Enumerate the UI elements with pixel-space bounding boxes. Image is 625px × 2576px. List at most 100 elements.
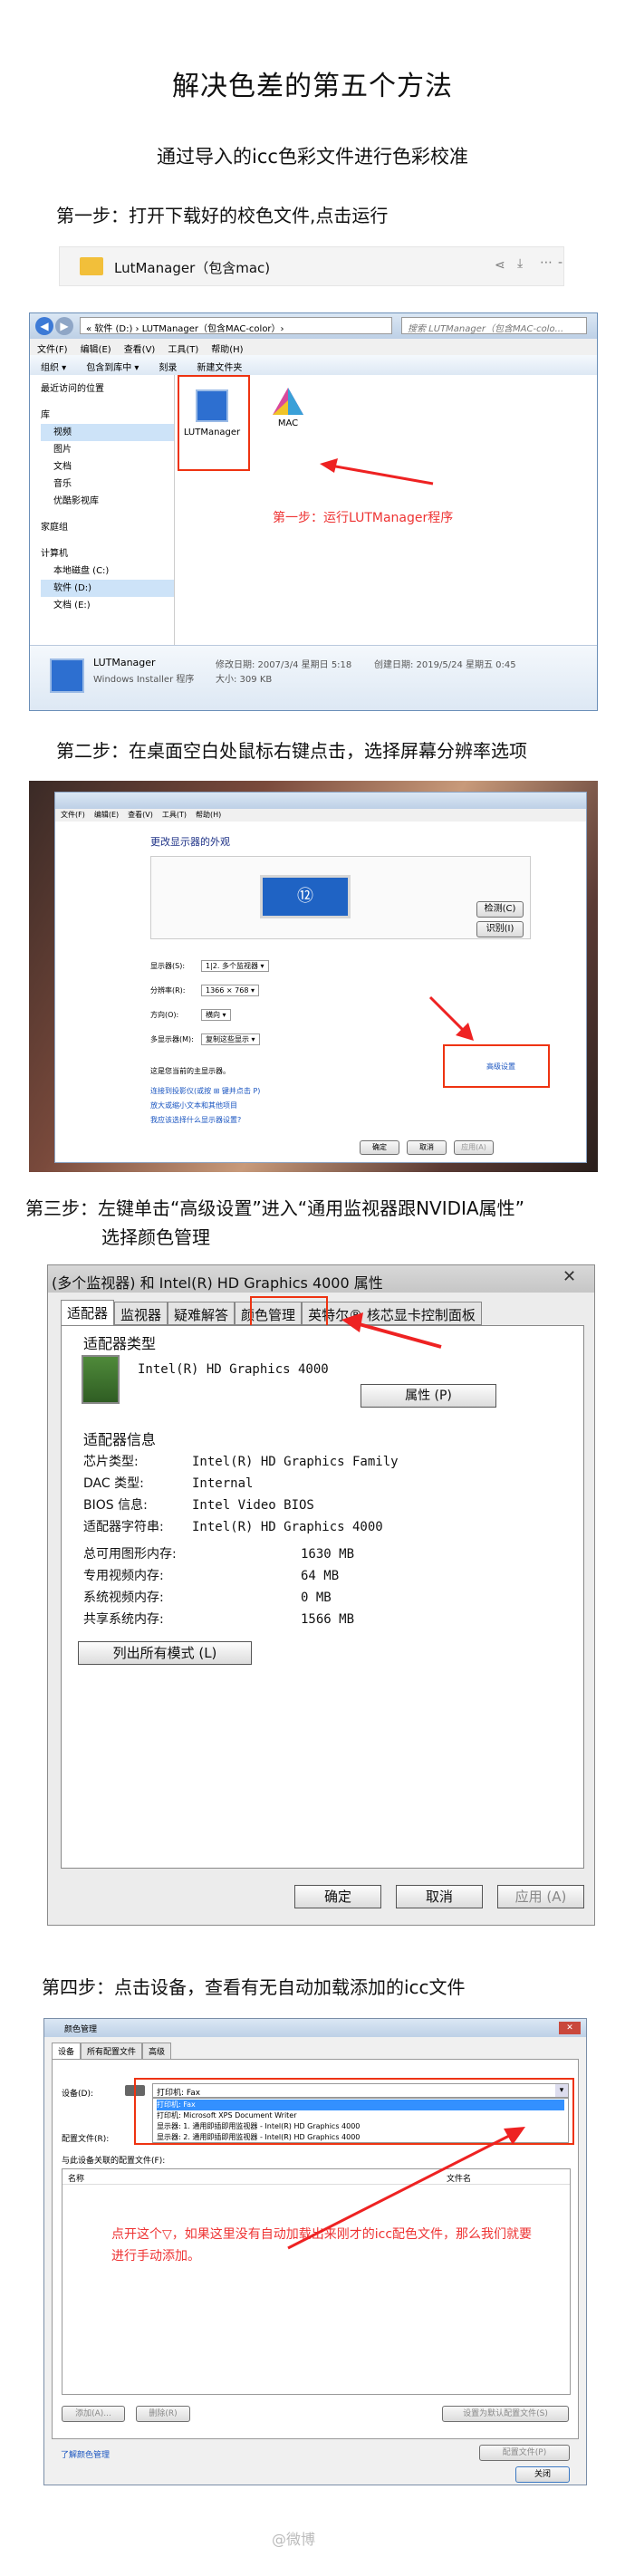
menu-help[interactable]: 帮助(H) [196, 810, 221, 821]
share-icon[interactable]: ⋖ [495, 258, 505, 273]
download-icon[interactable]: ⤓ [517, 256, 523, 271]
learn-color-link[interactable]: 了解颜色管理 [61, 2448, 110, 2460]
nav-item[interactable]: 文档 (E:) [41, 597, 174, 614]
watermark: @微博 [272, 2531, 316, 2548]
menu-edit[interactable]: 编辑(E) [81, 341, 111, 355]
nav-item[interactable]: 库 [41, 407, 174, 424]
menu-file[interactable]: 文件(F) [37, 341, 68, 355]
nav-item[interactable]: 音乐 [41, 476, 174, 493]
close-icon[interactable]: - [558, 255, 562, 270]
nav-item[interactable]: 最近访问的位置 [41, 380, 174, 398]
color-management-window: 颜色管理 ✕ 设备 所有配置文件 高级 设备(D): 打印机: Fax ▾ 打印… [43, 2018, 587, 2485]
column-name[interactable]: 名称 [68, 2172, 84, 2184]
more-icon[interactable]: ⋯ [540, 255, 553, 270]
nav-item[interactable]: 家庭组 [41, 519, 174, 536]
resolution-select[interactable]: 1366 × 768 ▾ [201, 985, 259, 996]
menu-file[interactable]: 文件(F) [61, 810, 85, 821]
organize-button[interactable]: 组织 ▾ [41, 360, 66, 373]
monitor-select[interactable]: 1|2. 多个监视器 ▾ [201, 960, 269, 972]
menu-edit[interactable]: 编辑(E) [94, 810, 119, 821]
tab-monitor[interactable]: 监视器 [114, 1302, 168, 1325]
menu-help[interactable]: 帮助(H) [211, 341, 243, 355]
assoc-label: 与此设备关联的配置文件(F): [62, 2157, 166, 2166]
step1-text: 第一步：打开下载好的校色文件,点击运行 [56, 205, 389, 226]
tab-content: 设备(D): 打印机: Fax ▾ 打印机: Fax 打印机: Microsof… [52, 2059, 579, 2439]
text-size-link[interactable]: 放大或缩小文本和其他项目 [150, 1099, 260, 1113]
info-heading: 适配器信息 [83, 1431, 157, 1448]
info-value: Internal [192, 1476, 254, 1491]
search-input[interactable]: 搜索 LUTManager（包含MAC-colo... [401, 317, 587, 334]
apply-button[interactable]: 应用 (A) [497, 1885, 584, 1908]
step3-text: 第三步：左键单击“高级设置”进入“通用监视器跟NVIDIA属性” [25, 1197, 524, 1219]
menu-view[interactable]: 查看(V) [124, 341, 156, 355]
settings-rows: 显示器(S): 1|2. 多个监视器 ▾ 分辨率(R): 1366 × 768 ▾ … [150, 954, 269, 1052]
identify-button[interactable]: 识别(I) [476, 921, 524, 937]
device-label: 设备(D): [62, 2090, 93, 2099]
detail-size: 大小: 309 KB [216, 675, 273, 685]
file-label: MAC [277, 418, 299, 428]
help-link[interactable]: 我应该选择什么显示器设置? [150, 1113, 260, 1128]
add-button[interactable]: 添加(A)... [62, 2406, 125, 2422]
multi-display-select[interactable]: 复制这些显示 ▾ [201, 1033, 260, 1045]
menu-tools[interactable]: 工具(T) [168, 341, 198, 355]
remove-button[interactable]: 删除(R) [136, 2406, 190, 2422]
page-subtitle: 通过导入的icc色彩文件进行色彩校准 [157, 146, 468, 168]
detail-name: LUTManager [93, 657, 156, 668]
cancel-button[interactable]: 取消 [396, 1885, 483, 1908]
tab-adapter[interactable]: 适配器 [61, 1300, 115, 1325]
close-icon[interactable]: ✕ [559, 2022, 581, 2034]
mac-file[interactable]: MAC [265, 388, 311, 442]
menu-bar: 文件(F) 编辑(E) 查看(V) 工具(T) 帮助(H) [30, 339, 597, 355]
address-bar[interactable]: « 软件 (D:) › LUTManager（包含MAC-color）› [80, 317, 392, 334]
display-note: 这是您当前的主显示器。 [150, 1067, 230, 1075]
monitor-icon[interactable]: ⑫ [260, 875, 351, 918]
tab-devices[interactable]: 设备 [52, 2043, 82, 2060]
menu-view[interactable]: 查看(V) [128, 810, 153, 821]
close-button[interactable]: 关闭 [515, 2466, 570, 2483]
arrow-icon [287, 2127, 525, 2250]
detect-button[interactable]: 检测(C) [476, 901, 524, 918]
mac-icon [273, 388, 303, 415]
apply-button[interactable]: 应用(A) [454, 1140, 494, 1155]
info-value: Intel(R) HD Graphics 4000 [192, 1520, 383, 1534]
file-bar-name: LutManager（包含mac) [114, 260, 271, 276]
nav-item[interactable]: 优酷影视库 [41, 493, 174, 510]
tab-content: 适配器类型 Intel(R) HD Graphics 4000 属性 (P) 适… [61, 1325, 584, 1869]
highlight-box [250, 1296, 328, 1327]
set-default-button[interactable]: 设置为默认配置文件(S) [442, 2406, 569, 2422]
tab-all-profiles[interactable]: 所有配置文件 [81, 2043, 143, 2060]
info-key: DAC 类型: [83, 1476, 144, 1491]
step2-text: 第二步：在桌面空白处鼠标右键点击，选择屏幕分辨率选项 [56, 740, 527, 762]
tab-advanced[interactable]: 高级 [142, 2043, 172, 2060]
info-key: 芯片类型: [83, 1455, 139, 1469]
row-label: 方向(O): [150, 1011, 179, 1019]
menu-tools[interactable]: 工具(T) [162, 810, 187, 821]
profiles-button[interactable]: 配置文件(P) [479, 2445, 570, 2461]
burn-button[interactable]: 刻录 [159, 360, 177, 373]
arrow-icon [428, 995, 474, 1041]
forward-icon[interactable]: ▶ [55, 317, 73, 335]
orientation-select[interactable]: 横向 ▾ [201, 1009, 231, 1021]
mem-key: 总可用图形内存: [83, 1547, 177, 1562]
nav-item[interactable]: 软件 (D:) [41, 580, 174, 597]
cancel-button[interactable]: 取消 [407, 1140, 447, 1155]
nav-item[interactable]: 视频 [41, 424, 174, 441]
new-folder-button[interactable]: 新建文件夹 [197, 360, 242, 373]
close-icon[interactable]: ✕ [562, 1267, 586, 1286]
list-modes-button[interactable]: 列出所有模式 (L) [78, 1641, 252, 1665]
projector-link[interactable]: 连接到投影仪(或按 ⊞ 键并点击 P) [150, 1084, 260, 1099]
details-pane: LUTManager Windows Installer 程序 修改日期: 20… [30, 645, 597, 710]
file-bar[interactable]: LutManager（包含mac) ⋖ ⤓ ⋯ - [59, 246, 564, 286]
nav-item[interactable]: 图片 [41, 441, 174, 458]
nav-item[interactable]: 文档 [41, 458, 174, 476]
page-title: 解决色差的第五个方法 [172, 71, 453, 102]
adapter-properties-window: (多个监视器) 和 Intel(R) HD Graphics 4000 属性 ✕… [47, 1264, 595, 1926]
back-icon[interactable]: ◀ [35, 317, 53, 335]
properties-button[interactable]: 属性 (P) [361, 1384, 496, 1408]
nav-item[interactable]: 计算机 [41, 545, 174, 562]
ok-button[interactable]: 确定 [294, 1885, 381, 1908]
include-library-button[interactable]: 包含到库中 ▾ [86, 360, 139, 373]
ok-button[interactable]: 确定 [360, 1140, 399, 1155]
tab-troubleshoot[interactable]: 疑难解答 [168, 1302, 236, 1325]
nav-item[interactable]: 本地磁盘 (C:) [41, 562, 174, 580]
